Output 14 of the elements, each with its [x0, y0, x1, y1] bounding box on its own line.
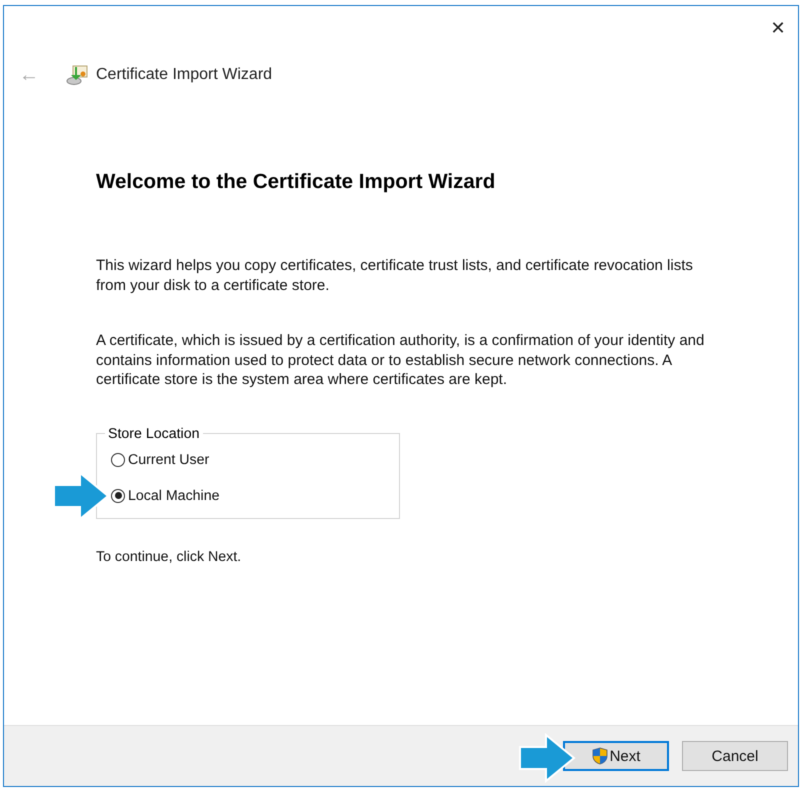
cancel-button[interactable]: Cancel	[682, 741, 788, 771]
hint-text: To continue, click Next.	[96, 548, 242, 564]
shield-icon	[592, 747, 608, 765]
certificate-icon	[66, 64, 88, 86]
window-title: Certificate Import Wizard	[96, 66, 272, 84]
radio-option[interactable]: Current User	[111, 442, 210, 478]
wizard-heading: Welcome to the Certificate Import Wizard	[96, 170, 496, 194]
description-text: This wizard helps you copy certificates, certificate trust lists, and certificate revocation lists from your disk to a certificate store.	[96, 256, 694, 295]
close-button[interactable]: ✕	[758, 8, 798, 48]
description-text: A certificate, which is issued by a certification authority, is a confirmation of your identity and contains information used to protect data or to establish secure network connections. A certificate store is the system area where certificates are kept.	[96, 331, 706, 390]
group-label: Store Location	[107, 426, 200, 442]
next-button[interactable]: Next	[563, 741, 669, 771]
radio-option[interactable]: Local Machine	[111, 478, 220, 514]
callout-arrow	[518, 733, 576, 783]
